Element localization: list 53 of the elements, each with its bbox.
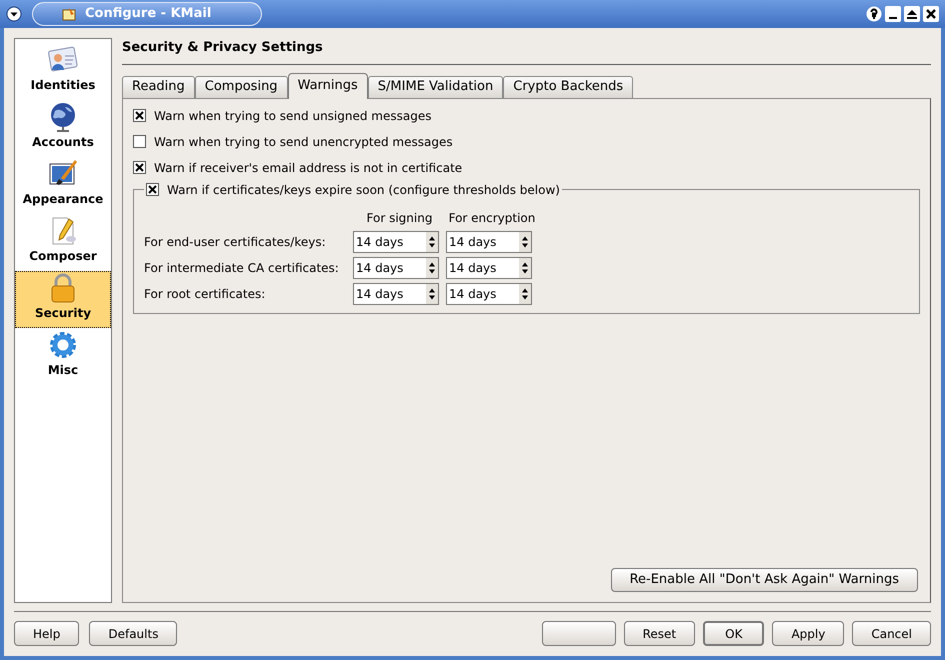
checkbox[interactable] [133, 161, 146, 174]
sidebar-item[interactable]: Identities [15, 43, 111, 100]
dialog-button[interactable]: OK [703, 621, 764, 646]
checkbox-label: Warn if certificates/keys expire soon (configure thresholds below) [167, 182, 560, 198]
close-icon[interactable] [923, 6, 939, 22]
tab[interactable]: Composing [194, 76, 288, 98]
maximize-icon[interactable] [904, 6, 920, 22]
dialog-button[interactable]: Cancel [852, 621, 931, 646]
dialog-button[interactable]: Defaults [89, 621, 178, 646]
spin-box[interactable]: 14 days [446, 282, 532, 304]
checkbox-label: Warn when trying to send unsigned messages [154, 108, 432, 124]
spin-arrows-icon[interactable] [426, 258, 438, 278]
checkbox[interactable] [133, 109, 146, 122]
gear-icon [47, 329, 79, 361]
sidebar-item[interactable]: Accounts [15, 100, 111, 157]
spin-box[interactable]: 14 days [353, 230, 439, 252]
row-label: For intermediate CA certificates: [144, 260, 340, 276]
tab[interactable]: S/MIME Validation [368, 76, 504, 98]
row-label: For end-user certificates/keys: [144, 234, 327, 250]
minimize-icon[interactable] [885, 6, 901, 22]
spin-arrows-icon[interactable] [519, 284, 531, 304]
spin-arrows-icon[interactable] [426, 284, 438, 304]
spin-arrows-icon[interactable] [426, 232, 438, 252]
window-menu-icon[interactable] [6, 6, 22, 22]
dialog-button[interactable] [542, 621, 616, 646]
spin-arrows-icon[interactable] [519, 232, 531, 252]
dialog-button[interactable]: Help [14, 621, 80, 646]
help-icon[interactable] [866, 6, 882, 22]
spin-box[interactable]: 14 days [446, 256, 532, 278]
spin-box[interactable]: 14 days [446, 230, 532, 252]
column-header: For signing [366, 210, 434, 226]
page-title: Security & Privacy Settings [122, 38, 931, 64]
app-icon [61, 6, 77, 22]
row-label: For root certificates: [144, 286, 266, 302]
dialog-button[interactable]: Apply [772, 621, 844, 646]
tab[interactable]: Crypto Backends [503, 76, 634, 98]
spin-box[interactable]: 14 days [353, 282, 439, 304]
sidebar-item[interactable]: Appearance [15, 157, 111, 214]
sidebar-item[interactable]: Misc [15, 328, 111, 385]
checkbox-label: Warn if receiver's email address is not in certificate [154, 160, 462, 176]
column-header: For encryption [448, 210, 536, 226]
dialog-button[interactable]: Reset [624, 621, 696, 646]
sidebar-item[interactable]: Composer [15, 214, 111, 271]
spin-box[interactable]: 14 days [353, 256, 439, 278]
spin-arrows-icon[interactable] [519, 258, 531, 278]
tab[interactable]: Reading [122, 76, 195, 98]
re-enable-warnings-button[interactable]: Re-Enable All "Don't Ask Again" Warnings [610, 568, 918, 592]
tab[interactable]: Warnings [288, 72, 368, 98]
checkbox-label: Warn when trying to send unencrypted messages [154, 134, 453, 150]
window-title: Configure - KMail [85, 5, 212, 24]
checkbox[interactable] [146, 183, 159, 196]
sidebar-item[interactable]: Security [15, 271, 111, 328]
checkbox[interactable] [133, 135, 146, 148]
